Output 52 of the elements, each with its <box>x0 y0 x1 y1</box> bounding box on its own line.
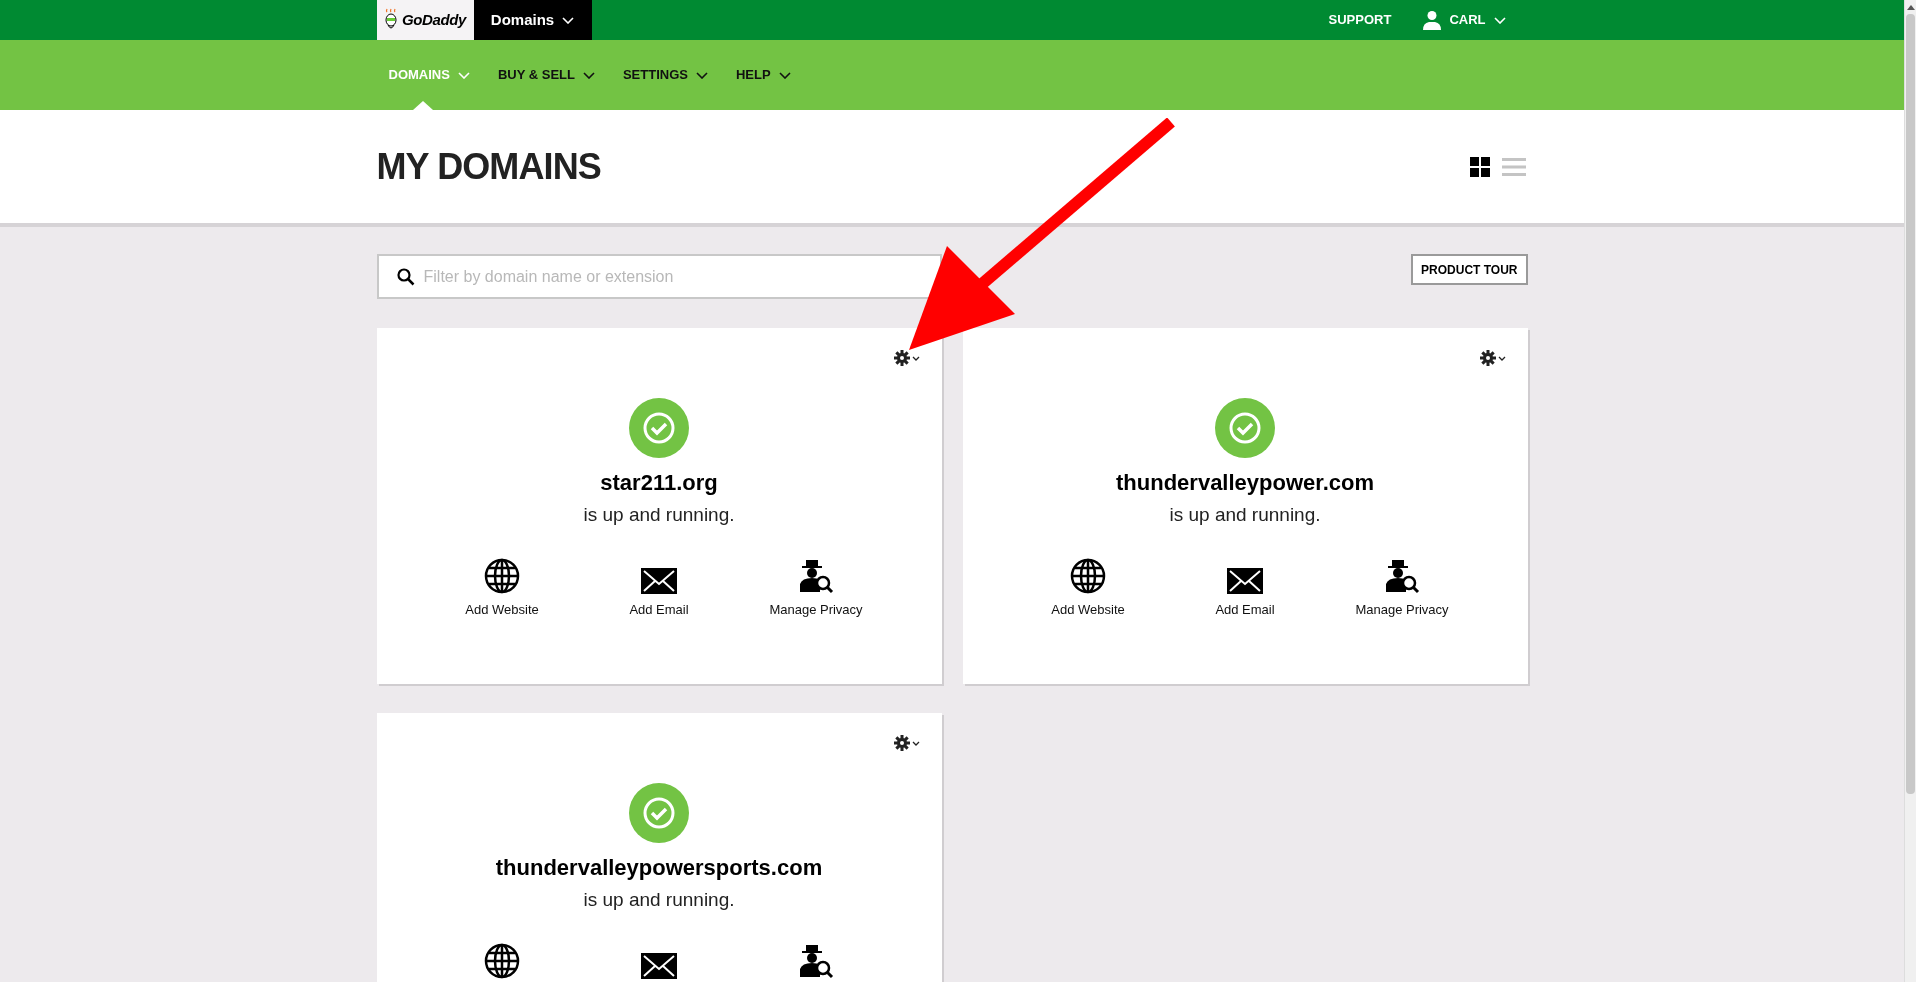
chevron-down-icon <box>582 71 595 79</box>
envelope-icon <box>641 952 677 979</box>
chevron-down-icon <box>457 71 470 79</box>
search-icon <box>396 268 415 286</box>
action-button[interactable]: Add Email <box>629 557 689 619</box>
gear-icon <box>1479 350 1496 366</box>
chevron-down-icon <box>1497 355 1506 361</box>
chevron-down-icon <box>562 16 575 24</box>
nav-tab[interactable]: HELP <box>723 40 803 110</box>
settings-menu-button[interactable] <box>893 350 920 366</box>
godaddy-logo[interactable]: GoDaddy <box>376 0 474 40</box>
action-button[interactable]: Add Website <box>1051 557 1125 619</box>
domain-name[interactable]: thundervalleypowersports.com <box>495 851 823 884</box>
chevron-down-icon <box>695 71 708 79</box>
logo-text: GoDaddy <box>401 9 467 30</box>
product-tour-button[interactable]: PRODUCT TOUR <box>1411 254 1528 285</box>
settings-menu-button[interactable] <box>1479 350 1506 366</box>
product-menu[interactable]: Domains <box>473 0 592 40</box>
action-button[interactable]: Manage Privacy <box>769 557 863 619</box>
gear-icon <box>893 735 910 751</box>
spy-magnifier-icon <box>1384 557 1420 594</box>
scroll-up-icon[interactable] <box>1906 4 1915 10</box>
action-button[interactable]: Add Email <box>1215 557 1275 619</box>
domain-name[interactable]: thundervalleypower.com <box>1116 466 1374 499</box>
grid-view-icon[interactable] <box>1469 156 1490 177</box>
spy-magnifier-icon <box>798 557 834 594</box>
chevron-down-icon <box>911 355 920 361</box>
nav-tab[interactable]: BUY & SELL <box>485 40 607 110</box>
status-message: is up and running. <box>583 888 735 912</box>
user-icon <box>1423 10 1442 30</box>
chevron-down-icon <box>778 71 791 79</box>
gear-icon <box>893 350 910 366</box>
nav-tab[interactable]: SETTINGS <box>610 40 720 110</box>
action-button[interactable]: Add Website <box>465 557 539 619</box>
search-field[interactable]: Filter by domain name or extension <box>376 254 942 299</box>
chevron-down-icon <box>911 740 920 746</box>
settings-menu-button[interactable] <box>893 735 920 751</box>
chevron-down-icon <box>1493 16 1506 24</box>
envelope-icon <box>1227 567 1263 594</box>
page-title: MY DOMAINS <box>376 144 601 189</box>
globe-icon <box>1070 557 1106 594</box>
account-menu[interactable]: CARL <box>1423 0 1506 40</box>
globe-icon <box>484 557 520 594</box>
globe-icon <box>484 942 520 979</box>
envelope-icon <box>641 567 677 594</box>
action-button[interactable]: Manage Privacy <box>1355 557 1449 619</box>
status-message: is up and running. <box>1169 503 1321 527</box>
status-message: is up and running. <box>583 503 735 527</box>
support-link[interactable]: SUPPORT <box>1328 0 1392 40</box>
domain-name[interactable]: star211.org <box>600 466 718 499</box>
spy-magnifier-icon <box>798 942 834 979</box>
scrollbar[interactable] <box>1904 0 1916 982</box>
